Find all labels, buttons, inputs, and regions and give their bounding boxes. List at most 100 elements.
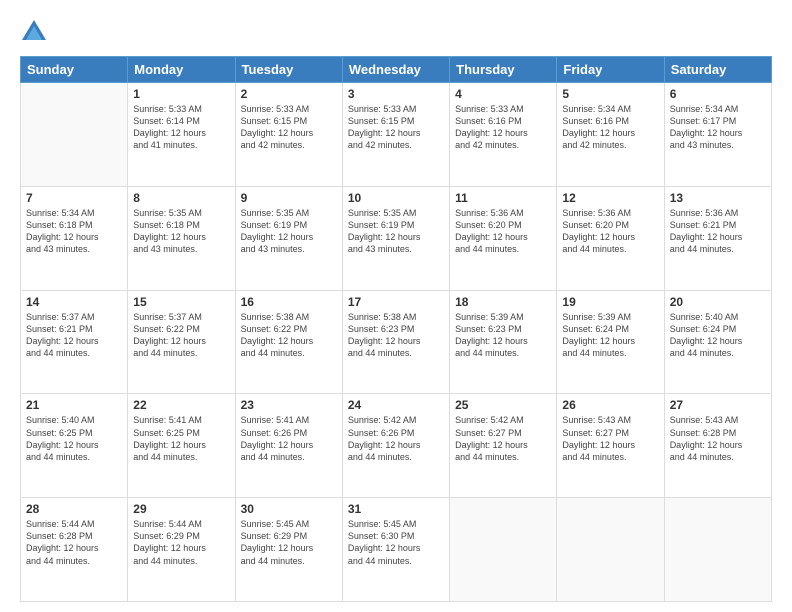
day-number: 15 bbox=[133, 295, 229, 309]
day-number: 13 bbox=[670, 191, 766, 205]
day-header-monday: Monday bbox=[128, 57, 235, 83]
day-content: Sunrise: 5:44 AMSunset: 6:28 PMDaylight:… bbox=[26, 518, 122, 567]
calendar-cell bbox=[450, 498, 557, 602]
day-content: Sunrise: 5:34 AMSunset: 6:18 PMDaylight:… bbox=[26, 207, 122, 256]
day-header-thursday: Thursday bbox=[450, 57, 557, 83]
calendar-cell: 7 Sunrise: 5:34 AMSunset: 6:18 PMDaylight… bbox=[21, 186, 128, 290]
calendar-cell: 15Sunrise: 5:37 AMSunset: 6:22 PMDayligh… bbox=[128, 290, 235, 394]
day-content: Sunrise: 5:36 AMSunset: 6:20 PMDaylight:… bbox=[455, 207, 551, 256]
day-number: 9 bbox=[241, 191, 337, 205]
calendar-cell: 25Sunrise: 5:42 AMSunset: 6:27 PMDayligh… bbox=[450, 394, 557, 498]
page: SundayMondayTuesdayWednesdayThursdayFrid… bbox=[0, 0, 792, 612]
day-content: Sunrise: 5:38 AMSunset: 6:23 PMDaylight:… bbox=[348, 311, 444, 360]
calendar-cell: 12 Sunrise: 5:36 AMSunset: 6:20 PMDayligh… bbox=[557, 186, 664, 290]
calendar-cell: 8 Sunrise: 5:35 AMSunset: 6:18 PMDaylight… bbox=[128, 186, 235, 290]
logo bbox=[20, 18, 52, 46]
day-number: 8 bbox=[133, 191, 229, 205]
logo-icon bbox=[20, 18, 48, 46]
calendar-cell: 13 Sunrise: 5:36 AMSunset: 6:21 PMDayligh… bbox=[664, 186, 771, 290]
day-header-saturday: Saturday bbox=[664, 57, 771, 83]
day-content: Sunrise: 5:42 AMSunset: 6:26 PMDaylight:… bbox=[348, 414, 444, 463]
calendar-cell: 27 Sunrise: 5:43 AMSunset: 6:28 PMDayligh… bbox=[664, 394, 771, 498]
day-content: Sunrise: 5:45 AMSunset: 6:30 PMDaylight:… bbox=[348, 518, 444, 567]
day-number: 22 bbox=[133, 398, 229, 412]
day-content: Sunrise: 5:43 AMSunset: 6:27 PMDaylight:… bbox=[562, 414, 658, 463]
calendar-cell: 22 Sunrise: 5:41 AMSunset: 6:25 PMDayligh… bbox=[128, 394, 235, 498]
calendar-week-3: 14Sunrise: 5:37 AMSunset: 6:21 PMDayligh… bbox=[21, 290, 772, 394]
day-number: 21 bbox=[26, 398, 122, 412]
day-content: Sunrise: 5:40 AMSunset: 6:24 PMDaylight:… bbox=[670, 311, 766, 360]
calendar-cell: 30Sunrise: 5:45 AMSunset: 6:29 PMDayligh… bbox=[235, 498, 342, 602]
day-content: Sunrise: 5:43 AMSunset: 6:28 PMDaylight:… bbox=[670, 414, 766, 463]
day-content: Sunrise: 5:36 AMSunset: 6:20 PMDaylight:… bbox=[562, 207, 658, 256]
day-content: Sunrise: 5:35 AMSunset: 6:18 PMDaylight:… bbox=[133, 207, 229, 256]
calendar-cell: 11Sunrise: 5:36 AMSunset: 6:20 PMDayligh… bbox=[450, 186, 557, 290]
day-number: 19 bbox=[562, 295, 658, 309]
calendar-cell bbox=[557, 498, 664, 602]
day-content: Sunrise: 5:44 AMSunset: 6:29 PMDaylight:… bbox=[133, 518, 229, 567]
calendar-cell: 14Sunrise: 5:37 AMSunset: 6:21 PMDayligh… bbox=[21, 290, 128, 394]
day-number: 4 bbox=[455, 87, 551, 101]
calendar-cell: 19 Sunrise: 5:39 AMSunset: 6:24 PMDayligh… bbox=[557, 290, 664, 394]
calendar-cell: 4 Sunrise: 5:33 AMSunset: 6:16 PMDaylight… bbox=[450, 83, 557, 187]
calendar-cell: 31 Sunrise: 5:45 AMSunset: 6:30 PMDayligh… bbox=[342, 498, 449, 602]
day-number: 12 bbox=[562, 191, 658, 205]
day-content: Sunrise: 5:33 AMSunset: 6:16 PMDaylight:… bbox=[455, 103, 551, 152]
calendar-cell: 24Sunrise: 5:42 AMSunset: 6:26 PMDayligh… bbox=[342, 394, 449, 498]
day-content: Sunrise: 5:36 AMSunset: 6:21 PMDaylight:… bbox=[670, 207, 766, 256]
day-header-friday: Friday bbox=[557, 57, 664, 83]
calendar-cell: 5 Sunrise: 5:34 AMSunset: 6:16 PMDaylight… bbox=[557, 83, 664, 187]
day-number: 29 bbox=[133, 502, 229, 516]
day-header-wednesday: Wednesday bbox=[342, 57, 449, 83]
calendar-cell: 17 Sunrise: 5:38 AMSunset: 6:23 PMDayligh… bbox=[342, 290, 449, 394]
day-number: 18 bbox=[455, 295, 551, 309]
calendar-cell: 1 Sunrise: 5:33 AMSunset: 6:14 PMDaylight… bbox=[128, 83, 235, 187]
day-number: 17 bbox=[348, 295, 444, 309]
day-content: Sunrise: 5:33 AMSunset: 6:15 PMDaylight:… bbox=[241, 103, 337, 152]
day-header-sunday: Sunday bbox=[21, 57, 128, 83]
day-content: Sunrise: 5:34 AMSunset: 6:16 PMDaylight:… bbox=[562, 103, 658, 152]
day-number: 31 bbox=[348, 502, 444, 516]
calendar-cell: 28Sunrise: 5:44 AMSunset: 6:28 PMDayligh… bbox=[21, 498, 128, 602]
calendar-table: SundayMondayTuesdayWednesdayThursdayFrid… bbox=[20, 56, 772, 602]
day-content: Sunrise: 5:34 AMSunset: 6:17 PMDaylight:… bbox=[670, 103, 766, 152]
day-number: 6 bbox=[670, 87, 766, 101]
calendar-week-4: 21Sunrise: 5:40 AMSunset: 6:25 PMDayligh… bbox=[21, 394, 772, 498]
calendar-week-1: 1 Sunrise: 5:33 AMSunset: 6:14 PMDaylight… bbox=[21, 83, 772, 187]
day-content: Sunrise: 5:33 AMSunset: 6:15 PMDaylight:… bbox=[348, 103, 444, 152]
calendar-cell: 10Sunrise: 5:35 AMSunset: 6:19 PMDayligh… bbox=[342, 186, 449, 290]
day-header-tuesday: Tuesday bbox=[235, 57, 342, 83]
day-number: 20 bbox=[670, 295, 766, 309]
day-number: 7 bbox=[26, 191, 122, 205]
calendar-cell: 6 Sunrise: 5:34 AMSunset: 6:17 PMDaylight… bbox=[664, 83, 771, 187]
calendar-cell: 9Sunrise: 5:35 AMSunset: 6:19 PMDaylight… bbox=[235, 186, 342, 290]
calendar-week-2: 7 Sunrise: 5:34 AMSunset: 6:18 PMDaylight… bbox=[21, 186, 772, 290]
calendar-header-row: SundayMondayTuesdayWednesdayThursdayFrid… bbox=[21, 57, 772, 83]
calendar-cell bbox=[664, 498, 771, 602]
calendar-cell: 18 Sunrise: 5:39 AMSunset: 6:23 PMDayligh… bbox=[450, 290, 557, 394]
day-number: 30 bbox=[241, 502, 337, 516]
calendar-cell: 23Sunrise: 5:41 AMSunset: 6:26 PMDayligh… bbox=[235, 394, 342, 498]
day-number: 2 bbox=[241, 87, 337, 101]
day-number: 1 bbox=[133, 87, 229, 101]
header bbox=[20, 18, 772, 46]
calendar-cell: 3 Sunrise: 5:33 AMSunset: 6:15 PMDaylight… bbox=[342, 83, 449, 187]
day-number: 23 bbox=[241, 398, 337, 412]
day-content: Sunrise: 5:38 AMSunset: 6:22 PMDaylight:… bbox=[241, 311, 337, 360]
day-number: 3 bbox=[348, 87, 444, 101]
day-content: Sunrise: 5:41 AMSunset: 6:25 PMDaylight:… bbox=[133, 414, 229, 463]
day-content: Sunrise: 5:33 AMSunset: 6:14 PMDaylight:… bbox=[133, 103, 229, 152]
calendar-cell: 2 Sunrise: 5:33 AMSunset: 6:15 PMDaylight… bbox=[235, 83, 342, 187]
day-content: Sunrise: 5:35 AMSunset: 6:19 PMDaylight:… bbox=[348, 207, 444, 256]
day-content: Sunrise: 5:39 AMSunset: 6:23 PMDaylight:… bbox=[455, 311, 551, 360]
calendar-week-5: 28Sunrise: 5:44 AMSunset: 6:28 PMDayligh… bbox=[21, 498, 772, 602]
calendar-cell: 20 Sunrise: 5:40 AMSunset: 6:24 PMDayligh… bbox=[664, 290, 771, 394]
day-number: 26 bbox=[562, 398, 658, 412]
calendar-cell: 21Sunrise: 5:40 AMSunset: 6:25 PMDayligh… bbox=[21, 394, 128, 498]
day-content: Sunrise: 5:39 AMSunset: 6:24 PMDaylight:… bbox=[562, 311, 658, 360]
calendar-cell: 29 Sunrise: 5:44 AMSunset: 6:29 PMDayligh… bbox=[128, 498, 235, 602]
calendar-cell: 16Sunrise: 5:38 AMSunset: 6:22 PMDayligh… bbox=[235, 290, 342, 394]
day-number: 5 bbox=[562, 87, 658, 101]
day-number: 27 bbox=[670, 398, 766, 412]
calendar-cell bbox=[21, 83, 128, 187]
